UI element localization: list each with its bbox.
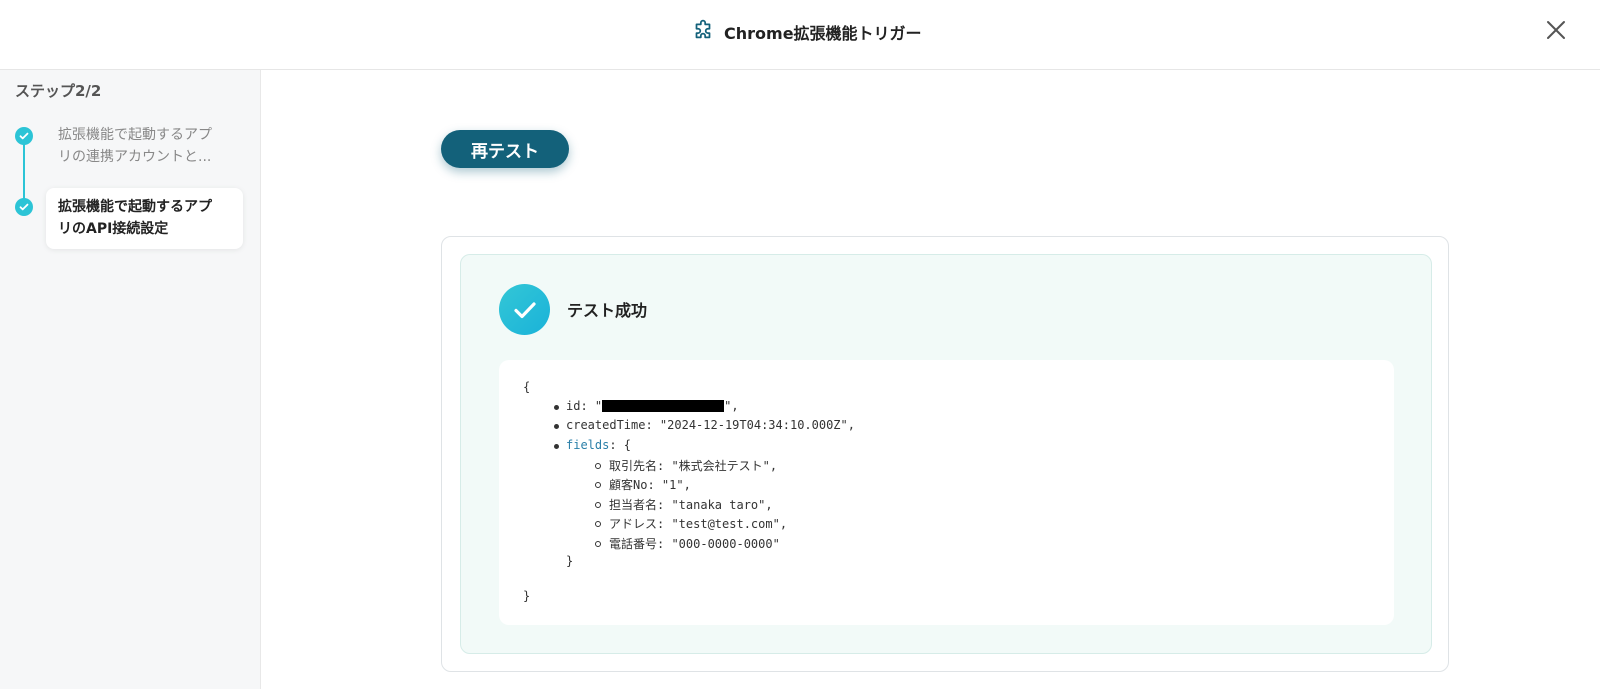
json-fields-close-brace: }	[566, 554, 574, 568]
sidebar-step-1-line2: リの連携アカウントと...	[58, 149, 212, 165]
json-fields-key: fields	[566, 438, 610, 452]
json-field-item: アドレス: "test@test.com",	[609, 517, 788, 531]
success-check-icon	[499, 284, 550, 335]
json-id-line: id: " ",	[566, 399, 739, 413]
retest-button[interactable]: 再テスト	[441, 130, 569, 168]
circle-bullet-icon	[595, 541, 601, 547]
circle-bullet-icon	[595, 521, 601, 527]
redacted-id	[602, 400, 725, 412]
circle-bullet-icon	[595, 463, 601, 469]
step-sidebar: ステップ2/2 拡張機能で起動するアプ リの連携アカウントと... 拡張機能で起…	[0, 70, 261, 689]
sidebar-step-2[interactable]: 拡張機能で起動するアプ リのAPI接続設定	[46, 188, 243, 249]
json-field-item: 取引先名: "株式会社テスト",	[609, 459, 778, 473]
test-success-label: テスト成功	[567, 301, 648, 320]
close-icon	[1546, 20, 1566, 44]
close-button[interactable]	[1543, 19, 1569, 45]
json-fields-tail: : {	[609, 438, 632, 452]
test-success-box: テスト成功 { id: " ", createdTime: "2024-12-19…	[460, 254, 1432, 654]
step-current-check-icon	[15, 198, 33, 216]
json-created-time: createdTime: "2024-12-19T04:34:10.000Z",	[566, 418, 855, 432]
step-complete-check-icon	[15, 127, 33, 145]
bullet-icon	[554, 405, 559, 410]
json-field-item: 担当者名: "tanaka taro",	[609, 498, 773, 512]
sidebar-step-2-line1: 拡張機能で起動するアプ	[58, 199, 212, 215]
modal-header: Chrome拡張機能トリガー	[0, 0, 1600, 70]
json-field-item: 電話番号: "000-0000-0000"	[609, 537, 780, 551]
step-counter: ステップ2/2	[15, 82, 102, 100]
json-fields-line: fields: {	[566, 438, 631, 452]
modal-title: Chrome拡張機能トリガー	[690, 18, 922, 46]
json-open-brace: {	[523, 380, 531, 394]
json-close-brace: }	[523, 589, 531, 603]
sidebar-step-2-line2: リのAPI接続設定	[58, 221, 169, 237]
json-field-item: 顧客No: "1",	[609, 478, 691, 492]
test-result-panel: テスト成功 { id: " ", createdTime: "2024-12-19…	[441, 236, 1449, 672]
json-id-key: id: "	[566, 399, 603, 413]
circle-bullet-icon	[595, 502, 601, 508]
sidebar-step-1-line1: 拡張機能で起動するアプ	[58, 127, 212, 143]
json-id-tail: ",	[724, 399, 739, 413]
puzzle-icon	[690, 19, 716, 45]
circle-bullet-icon	[595, 482, 601, 488]
json-output: { id: " ", createdTime: "2024-12-19T04:34…	[499, 360, 1394, 625]
bullet-icon	[554, 424, 559, 429]
modal-title-text: Chrome拡張機能トリガー	[724, 24, 922, 43]
bullet-icon	[554, 444, 559, 449]
sidebar-step-1[interactable]: 拡張機能で起動するアプ リの連携アカウントと...	[58, 124, 238, 168]
